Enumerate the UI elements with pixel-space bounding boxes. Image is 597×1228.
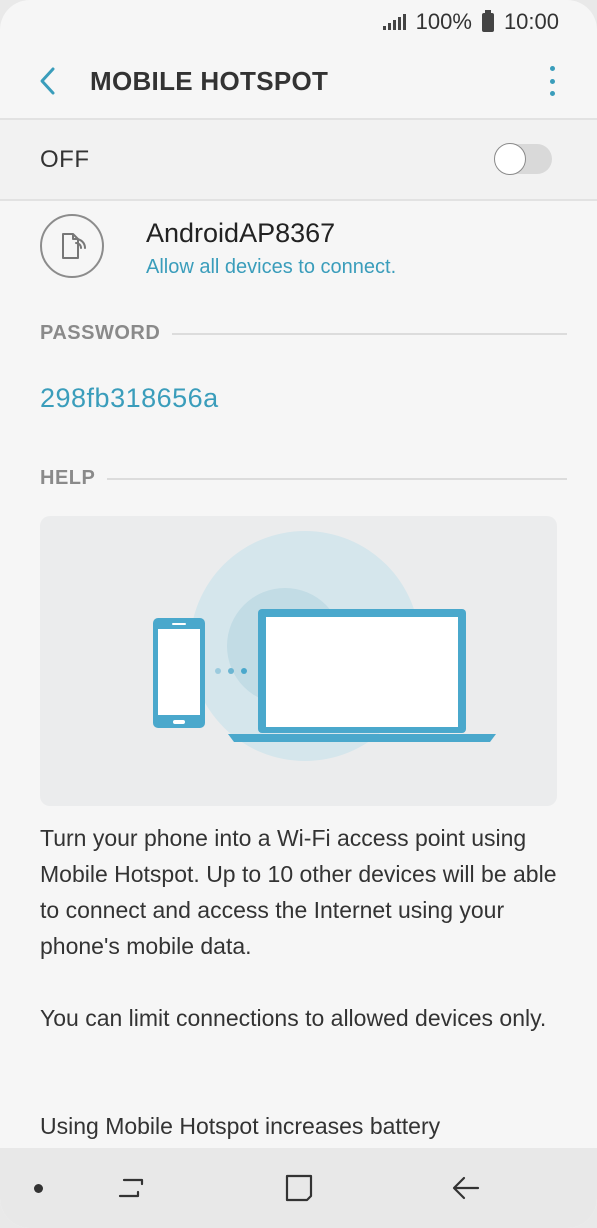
nav-dot-button[interactable] — [18, 1168, 58, 1208]
back-button[interactable] — [30, 63, 66, 99]
password-label: PASSWORD — [40, 322, 161, 344]
network-row[interactable]: AndroidAP8367 Allow all devices to conne… — [0, 210, 597, 290]
password-section-header: PASSWORD — [40, 322, 567, 345]
network-access-setting: Allow all devices to connect. — [146, 256, 397, 278]
navigation-bar — [0, 1148, 597, 1228]
help-label: HELP — [40, 467, 96, 489]
dot-icon — [549, 66, 555, 71]
home-button[interactable] — [279, 1168, 319, 1208]
phone-screen: 100% 10:00 MOBILE HOTSPOT OFF AndroidAP8… — [0, 0, 597, 1228]
page-title: MOBILE HOTSPOT — [90, 65, 329, 96]
battery-percentage: 100% — [415, 9, 472, 34]
status-bar: 100% 10:00 — [0, 0, 597, 44]
hotspot-illustration — [40, 516, 557, 806]
battery-icon — [481, 9, 494, 32]
recent-apps-button[interactable] — [112, 1168, 152, 1208]
dot-icon — [549, 78, 555, 84]
back-arrow-icon — [452, 1176, 480, 1200]
switch-label: OFF — [40, 146, 90, 173]
help-section-header: HELP — [40, 467, 567, 490]
hotspot-toggle[interactable] — [494, 143, 552, 175]
help-paragraph: You can limit connections to allowed dev… — [40, 1005, 547, 1031]
chevron-left-icon — [40, 67, 55, 95]
more-options-button[interactable] — [547, 66, 557, 96]
help-paragraph: Using Mobile Hotspot increases battery — [40, 1113, 441, 1139]
toggle-knob — [494, 143, 526, 175]
signal-icon — [382, 14, 406, 30]
hotspot-device-icon — [40, 214, 104, 278]
hotspot-switch-row[interactable]: OFF — [0, 120, 597, 200]
help-paragraph: Turn your phone into a Wi-Fi access poin… — [40, 825, 557, 959]
divider — [0, 199, 597, 201]
home-icon — [285, 1174, 313, 1202]
recent-apps-icon — [118, 1178, 144, 1198]
divider — [172, 332, 567, 335]
password-value[interactable]: 298fb318656a — [40, 383, 219, 414]
dot-icon — [33, 1183, 43, 1193]
status-time: 10:00 — [503, 9, 559, 34]
dot-icon — [549, 91, 555, 96]
app-bar: MOBILE HOTSPOT — [0, 44, 597, 118]
back-nav-button[interactable] — [446, 1168, 486, 1208]
network-name: AndroidAP8367 — [146, 218, 336, 248]
divider — [107, 477, 567, 480]
